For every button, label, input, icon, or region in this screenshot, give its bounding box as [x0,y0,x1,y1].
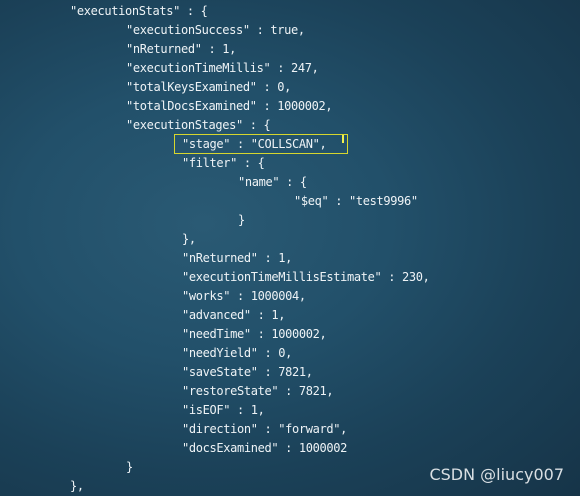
json-line: "totalKeysExamined" : 0, [126,80,291,94]
json-line: "filter" : { [182,156,265,170]
json-line: }, [182,232,196,246]
json-line: } [126,460,133,474]
json-line: "docsExamined" : 1000002 [182,441,347,455]
json-line: "needTime" : 1000002, [182,327,327,341]
json-line: "works" : 1000004, [182,289,306,303]
highlight-box [174,134,348,154]
json-line: "advanced" : 1, [182,308,286,322]
json-line: "needYield" : 0, [182,346,292,360]
terminal-output: "executionStats" : { "executionSuccess" … [0,0,580,496]
json-line: } [238,213,245,227]
json-line: "executionTimeMillisEstimate" : 230, [182,270,430,284]
json-line: "direction" : "forward", [182,422,347,436]
text-cursor [342,135,344,143]
json-line: "saveState" : 7821, [182,365,313,379]
json-line: "executionSuccess" : true, [126,23,305,37]
json-line: "executionStats" : { [70,4,208,18]
json-line: "executionTimeMillis" : 247, [126,61,319,75]
json-line: "executionStages" : { [126,118,271,132]
json-line: "totalDocsExamined" : 1000002, [126,99,333,113]
json-line: "nReturned" : 1, [182,251,292,265]
json-line: "nReturned" : 1, [126,42,236,56]
json-line: "restoreState" : 7821, [182,384,334,398]
json-line: "isEOF" : 1, [182,403,265,417]
json-line: "$eq" : "test9996" [294,194,418,208]
json-line: "name" : { [238,175,307,189]
watermark: CSDN @liucy007 [429,465,564,484]
json-line: }, [70,479,84,493]
